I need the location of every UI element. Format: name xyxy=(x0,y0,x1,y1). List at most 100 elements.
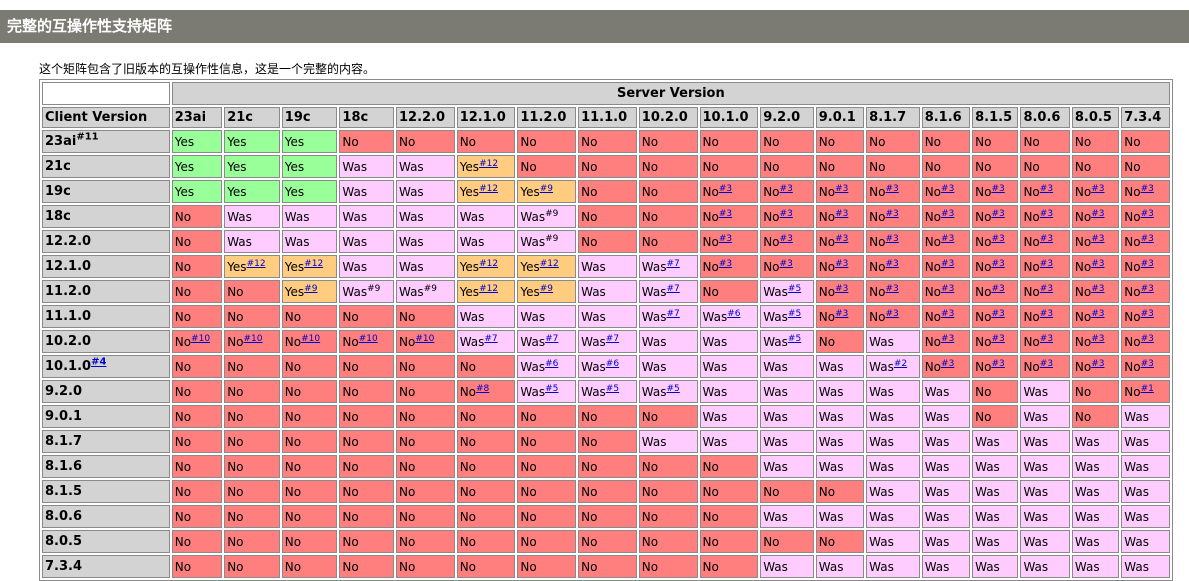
footnote[interactable]: #3 xyxy=(835,259,848,269)
footnote-link[interactable]: #3 xyxy=(1091,184,1104,194)
footnote[interactable]: #12 xyxy=(540,259,559,269)
footnote-link[interactable]: #3 xyxy=(1141,359,1154,369)
footnote-link[interactable]: #3 xyxy=(1040,309,1053,319)
footnote[interactable]: #3 xyxy=(1141,309,1154,319)
footnote-link[interactable]: #3 xyxy=(941,359,954,369)
footnote[interactable]: #3 xyxy=(780,209,793,219)
footnote[interactable]: #3 xyxy=(1040,359,1053,369)
footnote[interactable]: #3 xyxy=(1141,259,1154,269)
footnote[interactable]: #5 xyxy=(667,384,680,394)
footnote[interactable]: #3 xyxy=(1141,284,1154,294)
footnote-link[interactable]: #5 xyxy=(667,384,680,394)
footnote[interactable]: #8 xyxy=(476,384,489,394)
footnote[interactable]: #3 xyxy=(941,184,954,194)
footnote-link[interactable]: #3 xyxy=(1091,234,1104,244)
footnote[interactable]: #2 xyxy=(894,359,907,369)
footnote-link[interactable]: #9 xyxy=(540,284,553,294)
footnote-link[interactable]: #10 xyxy=(244,334,263,344)
footnote[interactable]: #3 xyxy=(991,259,1004,269)
footnote-link[interactable]: #3 xyxy=(835,184,848,194)
footnote[interactable]: #1 xyxy=(1141,384,1154,394)
footnote-link[interactable]: #5 xyxy=(788,309,801,319)
footnote[interactable]: #3 xyxy=(719,184,732,194)
footnote-link[interactable]: #3 xyxy=(991,359,1004,369)
footnote[interactable]: #6 xyxy=(606,359,619,369)
footnote-link[interactable]: #3 xyxy=(885,234,898,244)
footnote[interactable]: #7 xyxy=(667,259,680,269)
footnote-link[interactable]: #1 xyxy=(1141,384,1154,394)
footnote-link[interactable]: #3 xyxy=(885,309,898,319)
client-footnote-link[interactable]: #4 xyxy=(91,357,106,368)
footnote-link[interactable]: #3 xyxy=(1141,209,1154,219)
footnote-link[interactable]: #3 xyxy=(1091,359,1104,369)
footnote[interactable]: #3 xyxy=(719,234,732,244)
footnote[interactable]: #3 xyxy=(991,309,1004,319)
footnote[interactable]: #3 xyxy=(1091,359,1104,369)
footnote[interactable]: #12 xyxy=(479,284,498,294)
footnote[interactable]: #3 xyxy=(1091,234,1104,244)
footnote-link[interactable]: #3 xyxy=(1091,259,1104,269)
footnote-link[interactable]: #6 xyxy=(606,359,619,369)
footnote[interactable]: #3 xyxy=(885,309,898,319)
footnote[interactable]: #3 xyxy=(991,234,1004,244)
footnote[interactable]: #3 xyxy=(1091,184,1104,194)
footnote[interactable]: #3 xyxy=(1141,209,1154,219)
footnote[interactable]: #12 xyxy=(304,259,323,269)
footnote-link[interactable]: #7 xyxy=(606,334,619,344)
footnote[interactable]: #7 xyxy=(606,334,619,344)
footnote-link[interactable]: #3 xyxy=(1091,209,1104,219)
footnote[interactable]: #3 xyxy=(991,184,1004,194)
footnote[interactable]: #9 xyxy=(540,284,553,294)
footnote-link[interactable]: #12 xyxy=(479,284,498,294)
footnote[interactable]: #3 xyxy=(780,234,793,244)
footnote-link[interactable]: #3 xyxy=(719,259,732,269)
footnote-link[interactable]: #8 xyxy=(476,384,489,394)
footnote-link[interactable]: #3 xyxy=(835,234,848,244)
footnote[interactable]: #5 xyxy=(606,384,619,394)
footnote[interactable]: #3 xyxy=(719,259,732,269)
footnote[interactable]: #5 xyxy=(788,309,801,319)
footnote-link[interactable]: #3 xyxy=(780,184,793,194)
footnote[interactable]: #3 xyxy=(835,234,848,244)
footnote[interactable]: #3 xyxy=(941,234,954,244)
footnote-link[interactable]: #3 xyxy=(1040,234,1053,244)
footnote[interactable]: #3 xyxy=(1091,259,1104,269)
footnote[interactable]: #3 xyxy=(835,184,848,194)
footnote-link[interactable]: #3 xyxy=(835,309,848,319)
footnote-link[interactable]: #3 xyxy=(885,209,898,219)
footnote-link[interactable]: #3 xyxy=(1141,309,1154,319)
footnote[interactable]: #3 xyxy=(1040,209,1053,219)
footnote-link[interactable]: #7 xyxy=(545,334,558,344)
footnote[interactable]: #7 xyxy=(667,284,680,294)
footnote-link[interactable]: #3 xyxy=(1141,184,1154,194)
footnote-link[interactable]: #10 xyxy=(359,334,378,344)
footnote-link[interactable]: #3 xyxy=(941,234,954,244)
footnote-link[interactable]: #3 xyxy=(1091,334,1104,344)
footnote-link[interactable]: #3 xyxy=(941,259,954,269)
footnote[interactable]: #6 xyxy=(727,309,740,319)
footnote[interactable]: #9 xyxy=(304,284,317,294)
footnote-link[interactable]: #3 xyxy=(1141,284,1154,294)
footnote[interactable]: #7 xyxy=(545,334,558,344)
footnote-link[interactable]: #3 xyxy=(1040,259,1053,269)
footnote[interactable]: #3 xyxy=(1091,334,1104,344)
footnote[interactable]: #6 xyxy=(545,359,558,369)
footnote[interactable]: #3 xyxy=(885,234,898,244)
footnote-link[interactable]: #3 xyxy=(941,334,954,344)
footnote[interactable]: #3 xyxy=(941,209,954,219)
footnote[interactable]: #3 xyxy=(1141,184,1154,194)
footnote-link[interactable]: #3 xyxy=(991,309,1004,319)
footnote-link[interactable]: #3 xyxy=(885,284,898,294)
footnote-link[interactable]: #10 xyxy=(191,334,210,344)
footnote-link[interactable]: #9 xyxy=(304,284,317,294)
footnote-link[interactable]: #3 xyxy=(1141,259,1154,269)
footnote[interactable]: #3 xyxy=(941,284,954,294)
footnote-link[interactable]: #3 xyxy=(719,184,732,194)
footnote-link[interactable]: #6 xyxy=(727,309,740,319)
footnote-link[interactable]: #3 xyxy=(991,184,1004,194)
footnote-link[interactable]: #3 xyxy=(780,209,793,219)
footnote[interactable]: #3 xyxy=(991,284,1004,294)
footnote[interactable]: #12 xyxy=(479,259,498,269)
footnote[interactable]: #3 xyxy=(941,259,954,269)
footnote[interactable]: #3 xyxy=(1091,309,1104,319)
